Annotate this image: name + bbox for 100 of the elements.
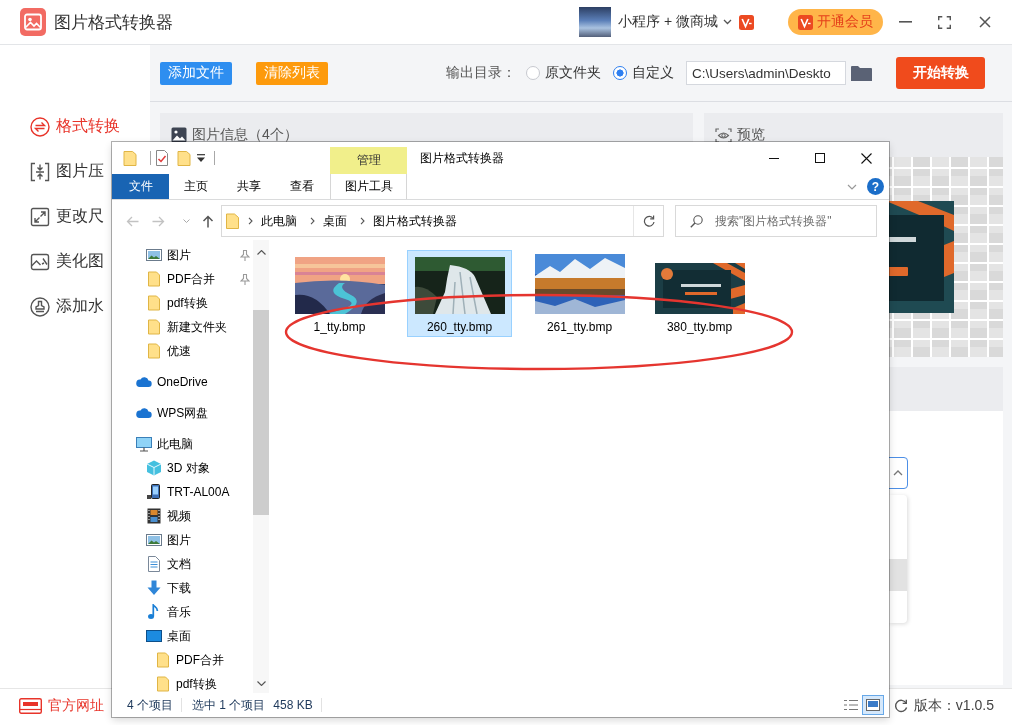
compress-icon [30,161,50,182]
nav-item[interactable]: 此电脑 [112,432,253,456]
refresh-icon[interactable] [642,215,655,227]
breadcrumb-item[interactable]: 此电脑 [253,210,305,232]
sidebar-item[interactable]: 添加水 [0,284,104,329]
maximize-icon[interactable] [815,153,825,163]
sidebar-item[interactable]: 格式转换 [0,104,120,149]
radio-button[interactable] [526,66,540,80]
picture-icon [146,247,162,263]
panel-title: 图片信息（4个） [192,126,298,144]
fullscreen-icon[interactable] [938,15,951,29]
nav-item[interactable]: TRT-AL00A [112,480,253,504]
chevron-right-icon[interactable] [310,217,315,225]
app-logo-icon [20,8,46,36]
breadcrumb-item[interactable]: 桌面 [315,210,355,232]
up-arrow-icon[interactable] [202,215,214,228]
nav-item[interactable]: 图片 [112,528,253,552]
website-link[interactable]: 官方网址 [19,696,104,715]
pin-icon[interactable] [240,273,250,285]
nav-item[interactable]: PDF合并 [112,267,253,291]
nav-item[interactable]: 新建文件夹 [112,315,253,339]
output-directory-label: 输出目录： [446,64,516,82]
nav-item[interactable]: 桌面 [112,624,253,648]
radio-button[interactable] [613,66,627,80]
nav-item[interactable]: 下载 [112,576,253,600]
details-view-icon [844,699,858,711]
folder-icon [155,676,171,692]
app-title: 图片格式转换器 [54,11,173,34]
customize-dropdown-icon[interactable] [197,154,205,162]
file-tab[interactable]: 文件 [112,174,169,199]
web-icon [19,697,42,714]
radio-option[interactable]: 自定义 [613,64,674,82]
refresh-icon[interactable] [893,698,908,713]
chevron-right-icon[interactable] [360,217,365,225]
radio-option[interactable]: 原文件夹 [526,64,601,82]
properties-icon[interactable] [156,150,168,166]
nav-item[interactable]: pdf转换 [112,672,253,693]
minimize-icon[interactable] [769,157,779,159]
close-icon[interactable] [979,16,991,28]
nav-item[interactable]: 视频 [112,504,253,528]
file-name: 380_tty.bmp [666,319,733,335]
account-menu[interactable]: 小程序 + 微商城 [618,13,732,31]
resize-icon [30,206,50,227]
nav-item[interactable]: 音乐 [112,600,253,624]
panel-title: 预览 [737,126,765,144]
sidebar-item[interactable]: 更改尺 [0,194,104,239]
ribbon-tab[interactable]: 主页 [169,174,222,199]
document-icon [146,556,162,572]
file-item[interactable]: 261_tty.bmp [527,250,632,337]
large-icons-view-icon [866,699,880,711]
folder-icon [146,343,162,359]
large-icons-view-button[interactable] [862,695,884,715]
vip-badge-icon [739,14,754,30]
folder-icon[interactable] [851,65,872,81]
cloud-icon [136,374,152,390]
chevron-down-icon[interactable] [847,183,857,190]
nav-item[interactable]: PDF合并 [112,648,253,672]
nav-item[interactable]: 3D 对象 [112,456,253,480]
version-text: 版本：v1.0.5 [913,696,994,715]
nav-item[interactable]: pdf转换 [112,291,253,315]
ribbon-tab[interactable]: 查看 [275,174,328,199]
nav-item[interactable]: 文档 [112,552,253,576]
computer-icon [136,436,152,452]
breadcrumb-item[interactable]: 图片格式转换器 [365,210,465,232]
nav-item[interactable]: 图片 [112,243,253,267]
help-button[interactable]: ? [867,178,884,195]
folder-icon [146,319,162,335]
desktop-icon [146,628,162,644]
dropdown-select[interactable] [887,457,908,489]
start-convert-button[interactable]: 开始转换 [896,57,985,89]
output-path-field[interactable]: C:\Users\admin\Deskto [686,61,846,85]
cloud-icon [136,405,152,421]
image-edit-icon [30,251,50,272]
sidebar-item[interactable]: 图片压 [0,149,104,194]
download-arrow-icon [146,580,162,596]
pin-icon[interactable] [240,249,250,261]
address-bar[interactable]: 此电脑 桌面 图片格式转换器 [221,205,664,237]
sidebar-item[interactable]: 美化图 [0,239,104,284]
file-item[interactable]: 380_tty.bmp [647,250,752,337]
avatar-photo[interactable] [579,7,612,37]
scroll-up-icon[interactable] [256,250,266,255]
nav-item[interactable]: OneDrive [112,370,253,394]
ribbon-tab[interactable]: 共享 [222,174,275,199]
nav-item[interactable]: WPS网盘 [112,401,253,425]
file-item[interactable]: 1_tty.bmp [287,250,392,337]
chevron-right-icon[interactable] [248,217,253,225]
file-item[interactable]: 260_tty.bmp [407,250,512,337]
scrollbar-thumb[interactable] [253,310,269,515]
search-icon [690,215,703,228]
file-name: 261_tty.bmp [546,319,613,335]
vip-badge-icon [798,14,813,30]
search-field[interactable]: 搜索"图片格式转换器" [675,205,877,237]
close-icon[interactable] [860,152,872,164]
picture-icon [146,532,162,548]
chevron-down-icon [723,19,732,25]
scroll-down-icon[interactable] [256,681,266,686]
file-name: 260_tty.bmp [426,319,493,335]
nav-item[interactable]: 优速 [112,339,253,363]
ribbon-context-header[interactable]: 管理 [330,147,407,174]
folder-icon [146,295,162,311]
